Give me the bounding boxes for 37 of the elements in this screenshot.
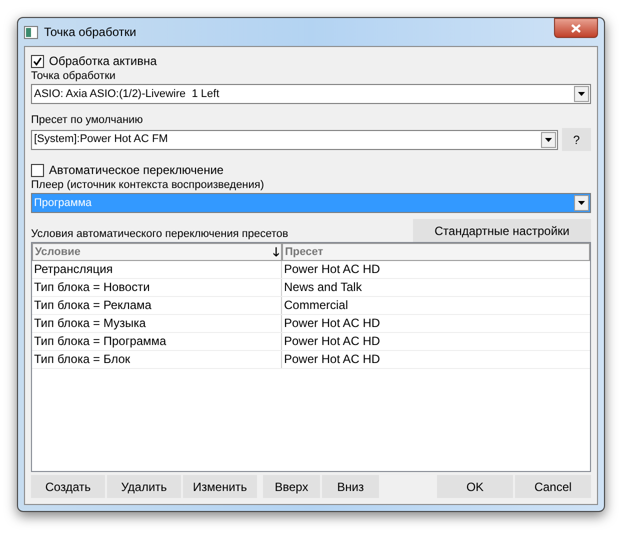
dialog-button[interactable]: Вверх (263, 475, 320, 498)
table-cell: Тип блока = Новости (32, 279, 282, 296)
column-header[interactable]: Пресет (282, 243, 590, 261)
window-title: Точка обработки (44, 24, 136, 41)
dialog-button[interactable]: Создать (31, 475, 105, 498)
close-button[interactable] (554, 18, 598, 38)
close-icon (571, 24, 581, 32)
dialog-button[interactable]: Удалить (107, 475, 181, 498)
table-cell: Тип блока = Музыка (32, 315, 282, 332)
dialog-button[interactable]: Изменить (183, 475, 257, 498)
table-cell-text: Power Hot AC HD (283, 315, 382, 332)
field-label: Условия автоматического переключения пресетов (31, 227, 288, 242)
dialog-button[interactable]: Cancel (515, 475, 591, 498)
dropdown-field[interactable]: ASIO: Axia ASIO:(1/2)-Livewire 1 Left (31, 84, 591, 104)
table-cell: Тип блока = Реклама (32, 297, 282, 314)
table-cell: Ретрансляция (32, 261, 282, 278)
field-label: Пресет по умолчанию (31, 113, 144, 128)
table-cell-text: Power Hot AC HD (283, 261, 382, 278)
dialog-button[interactable]: OK (437, 475, 513, 498)
field-label: Точка обработки (31, 69, 117, 84)
checkbox[interactable] (31, 164, 44, 176)
checkbox-label: Автоматическое переключение (49, 162, 224, 179)
table-cell-text: Power Hot AC HD (283, 351, 382, 368)
checkbox[interactable] (31, 54, 44, 68)
table-cell: Тип блока = Блок (32, 351, 282, 368)
dropdown-field[interactable]: [System]:Power Hot AC FM (31, 130, 558, 150)
defaults-button[interactable]: Стандартные настройки (413, 219, 591, 242)
help-button[interactable]: ? (562, 128, 591, 151)
dialog-button[interactable]: Вниз (322, 475, 379, 498)
checkbox-label: Обработка активна (49, 53, 157, 70)
table-cell: Тип блока = Программа (32, 333, 282, 350)
field-label: Плеер (источник контекста воспроизведения) (31, 178, 266, 193)
window-icon (24, 26, 38, 38)
table-cell-text: Power Hot AC HD (283, 333, 382, 350)
table-cell-text: News and Talk (283, 279, 363, 296)
column-header[interactable]: Условие 🡓 (32, 243, 282, 261)
table-cell-text: Commercial (283, 297, 350, 314)
